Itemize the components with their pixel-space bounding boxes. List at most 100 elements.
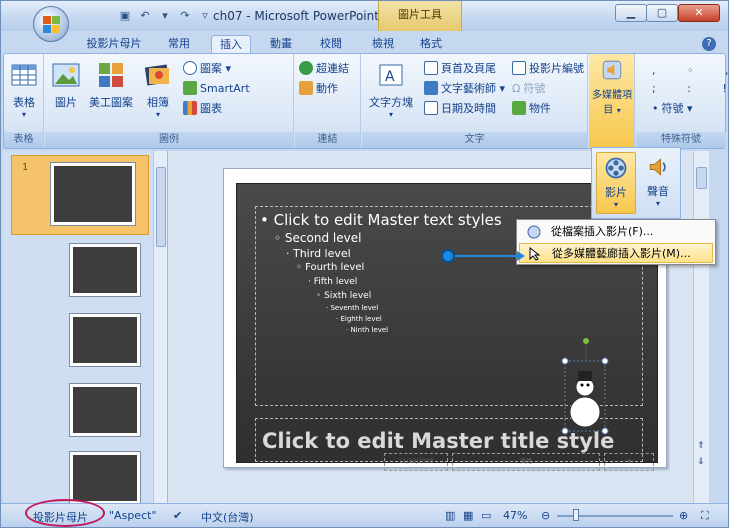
layout-thumbnail-2[interactable] xyxy=(69,313,141,367)
svg-text:A: A xyxy=(385,69,395,85)
group-label-table: 表格 xyxy=(4,132,43,148)
fit-to-window-icon[interactable]: ⛶ xyxy=(701,509,709,523)
editor-scrollbar[interactable]: ⇑ ⇓ xyxy=(693,151,709,503)
smartart-button[interactable]: SmartArt xyxy=(183,80,250,98)
tab-format[interactable]: 格式 xyxy=(413,35,449,53)
callout-line xyxy=(455,255,521,257)
clip-art-button[interactable]: 美工圖案 xyxy=(85,60,137,110)
slide-sorter-icon[interactable]: ▦ xyxy=(463,509,473,522)
chart-icon xyxy=(183,101,197,115)
media-speaker-icon xyxy=(602,60,622,80)
movie-button[interactable]: 影片 ▾ xyxy=(596,152,636,214)
minimize-button[interactable]: ▁ xyxy=(615,4,647,22)
date-time-button[interactable]: 日期及時間 xyxy=(424,100,496,118)
undo-icon[interactable]: ↶ xyxy=(137,8,153,24)
media-clips-label: 多媒體項目 xyxy=(592,90,632,116)
hyperlink-button[interactable]: 超連結 xyxy=(299,60,349,78)
tab-view[interactable]: 檢視 xyxy=(365,35,401,53)
symbol-button[interactable]: Ω 符號 xyxy=(512,80,545,98)
menu-item-movie-from-gallery[interactable]: 從多媒體藝廊插入影片(M)... xyxy=(519,243,713,263)
text-level-3: · Third level xyxy=(286,247,351,260)
zoom-slider-thumb[interactable] xyxy=(573,509,579,521)
ribbon: 表格 ▾ 表格 圖片 美工圖案 相簿 ▾ 圖案 ▾ SmartArt 圖表 圖例… xyxy=(3,53,729,149)
zoom-in-icon[interactable]: ⊕ xyxy=(679,509,688,522)
prev-slide-icon[interactable]: ⇑ xyxy=(697,441,705,451)
photo-album-label: 相簿 xyxy=(147,96,169,109)
text-box-icon: A xyxy=(379,64,403,86)
close-button[interactable]: ✕ xyxy=(678,4,720,22)
media-clips-button[interactable]: 多媒體項目 ▾ xyxy=(591,58,633,116)
picture-icon xyxy=(52,63,80,87)
omega-icon: Ω xyxy=(512,82,521,95)
status-theme: "Aspect" xyxy=(109,509,157,522)
editor-scroll-thumb[interactable] xyxy=(696,167,707,189)
text-box-button[interactable]: A 文字方塊 ▾ xyxy=(366,60,416,119)
shapes-button[interactable]: 圖案 ▾ xyxy=(183,60,231,78)
group-special-symbols: , ◦ , ; : ! •符號 ▾ 特殊符號 xyxy=(636,54,729,148)
tab-animations[interactable]: 動畫 xyxy=(263,35,299,53)
footer-slide-number[interactable]: ‹#› xyxy=(604,453,654,471)
undo-dropdown-icon[interactable]: ▾ xyxy=(157,8,173,24)
speaker-icon xyxy=(649,158,666,176)
thumbnail-scrollbar[interactable] xyxy=(153,151,167,503)
redo-icon[interactable]: ↷ xyxy=(177,8,193,24)
sound-button[interactable]: 聲音 ▾ xyxy=(638,152,678,214)
text-level-1: • Click to edit Master text styles xyxy=(260,211,502,229)
photo-album-button[interactable]: 相簿 ▾ xyxy=(141,60,175,119)
clip-art-label: 美工圖案 xyxy=(89,96,133,109)
slide-number: 1 xyxy=(22,162,29,173)
tab-review[interactable]: 校閱 xyxy=(313,35,349,53)
text-level-4: ◦ Fourth level xyxy=(296,262,365,273)
menu-item-movie-from-file[interactable]: 從檔案插入影片(F)... xyxy=(519,222,713,242)
footer-date[interactable]: 11/23/2008 xyxy=(384,453,448,471)
movie-dropdown-menu: 從檔案插入影片(F)... 從多媒體藝廊插入影片(M)... xyxy=(516,219,716,265)
help-icon[interactable]: ? xyxy=(702,37,716,51)
footer-text[interactable]: 頁尾 xyxy=(452,453,600,471)
save-icon[interactable]: ▣ xyxy=(117,8,133,24)
film-reel-small-icon xyxy=(527,225,541,239)
title-bar: ▣ ↶ ▾ ↷ ▿ ch07 - Microsoft PowerPoint 圖片… xyxy=(1,1,728,31)
header-footer-button[interactable]: 頁首及頁尾 xyxy=(424,60,496,78)
slide-number-button[interactable]: 投影片編號 xyxy=(512,60,584,78)
picture-button[interactable]: 圖片 xyxy=(49,60,83,110)
slide-thumbnail-pane: 1 xyxy=(3,151,168,505)
slide-master-thumbnail[interactable]: 1 xyxy=(11,155,149,235)
text-box-label: 文字方塊 xyxy=(369,96,413,109)
normal-view-icon[interactable]: ▥ xyxy=(445,509,455,522)
layout-thumbnail-4[interactable] xyxy=(69,451,141,505)
maximize-button[interactable]: ▢ xyxy=(646,4,678,22)
tab-insert[interactable]: 插入 xyxy=(211,35,251,53)
movie-label: 影片 xyxy=(605,186,627,199)
object-button[interactable]: 物件 xyxy=(512,100,551,118)
layout-thumbnail-1[interactable] xyxy=(69,243,141,297)
symbol-dots-row2[interactable]: ; : ! xyxy=(652,80,729,98)
table-label: 表格 xyxy=(13,96,35,109)
tab-home[interactable]: 常用 xyxy=(161,35,197,53)
status-bar: 投影片母片 "Aspect" ✔ 中文(台灣) ▥ ▦ ▭ 47% ⊖ ⊕ ⛶ xyxy=(1,503,728,527)
table-button[interactable]: 表格 ▾ xyxy=(8,60,40,119)
chart-button[interactable]: 圖表 xyxy=(183,100,222,118)
office-button[interactable] xyxy=(33,6,69,42)
clip-art-icon xyxy=(99,63,123,87)
text-level-7: · Seventh level xyxy=(326,304,379,312)
symbol-dots-row1[interactable]: , ◦ , xyxy=(652,62,729,80)
zoom-out-icon[interactable]: ⊖ xyxy=(541,509,550,522)
tab-slide-master[interactable]: 投影片母片 xyxy=(83,35,145,53)
slide-show-icon[interactable]: ▭ xyxy=(481,509,491,522)
next-slide-icon[interactable]: ⇓ xyxy=(697,457,705,467)
callout-dot xyxy=(441,249,455,263)
zoom-level[interactable]: 47% xyxy=(503,509,527,522)
callout-arrow-icon xyxy=(517,251,525,261)
quick-access-toolbar: ▣ ↶ ▾ ↷ ▿ xyxy=(77,8,213,24)
thumbnail-scroll-thumb[interactable] xyxy=(156,167,166,247)
wordart-icon xyxy=(424,81,438,95)
powerpoint-window: ▣ ↶ ▾ ↷ ▿ ch07 - Microsoft PowerPoint 圖片… xyxy=(0,0,729,528)
group-label-links: 連結 xyxy=(295,132,360,148)
customize-qat-icon[interactable]: ▿ xyxy=(197,8,213,24)
action-button[interactable]: 動作 xyxy=(299,80,338,98)
snowman-picture[interactable] xyxy=(560,337,618,441)
special-symbol-button[interactable]: • 符號 ▾ xyxy=(652,100,693,118)
wordart-button[interactable]: 文字藝術師 ▾ xyxy=(424,80,505,98)
spelling-check-icon[interactable]: ✔ xyxy=(173,509,182,522)
layout-thumbnail-3[interactable] xyxy=(69,383,141,437)
